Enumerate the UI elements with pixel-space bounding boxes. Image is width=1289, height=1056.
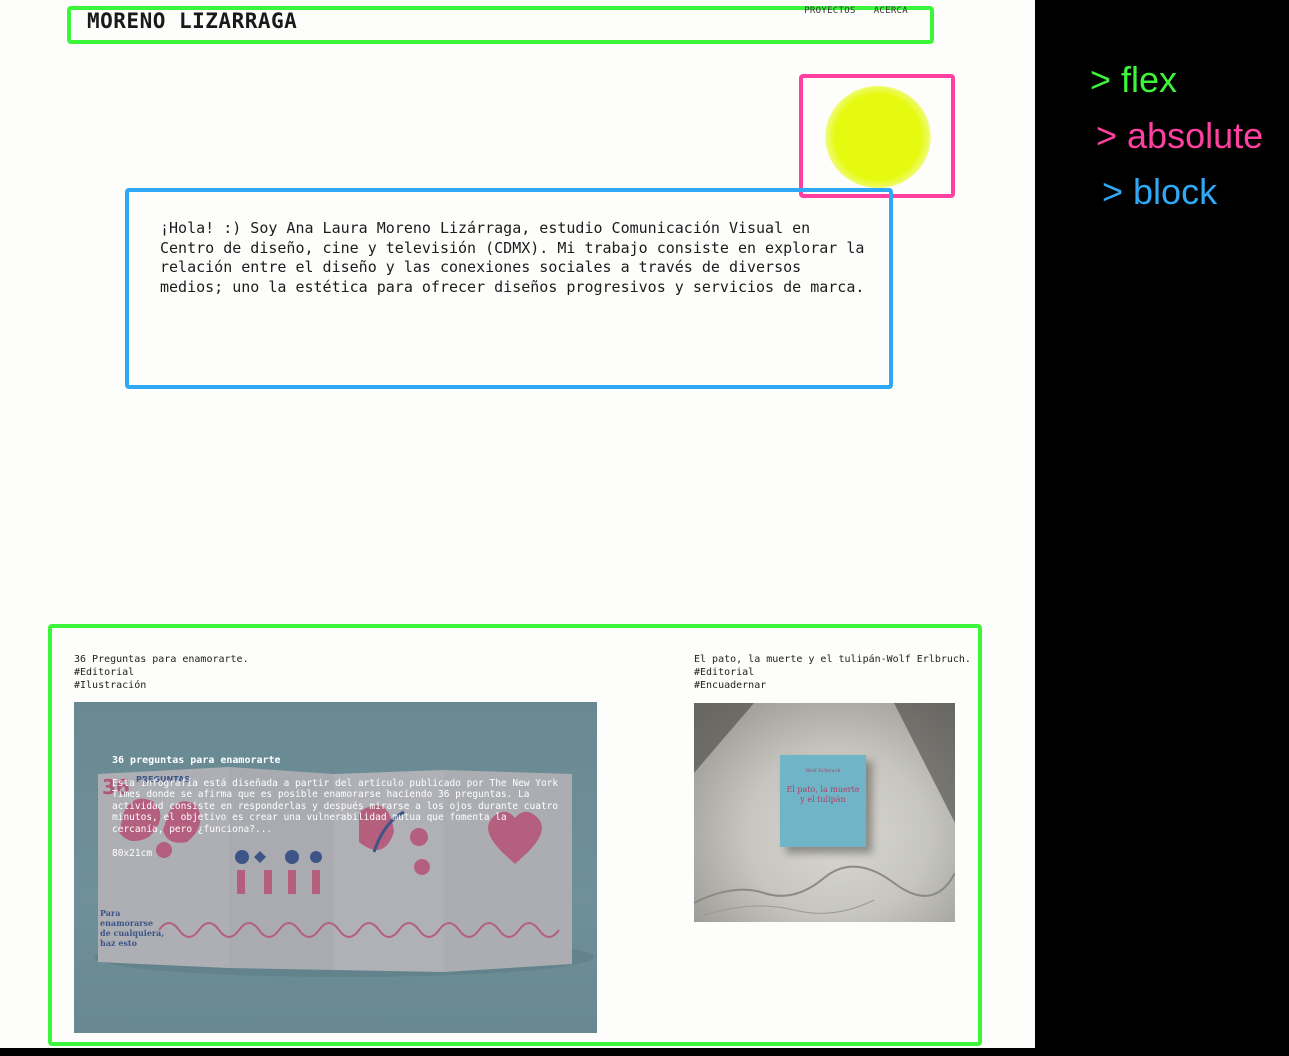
infographic-illustration: 36 PREGUNTAS Para enamorarse de cualquie…: [74, 702, 597, 1033]
project-title[interactable]: El pato, la muerte y el tulipán-Wolf Erl…: [694, 653, 971, 666]
project-hover-overlay: 36 preguntas para enamorarte Esta infogr…: [112, 755, 562, 860]
projects-grid: 36 Preguntas para enamorarte. #Editorial…: [48, 624, 982, 1046]
project-meta: El pato, la muerte y el tulipán-Wolf Erl…: [694, 653, 971, 692]
bio-text: ¡Hola! :) Soy Ana Laura Moreno Lizárraga…: [160, 219, 865, 296]
nav-link-proyectos[interactable]: PROYECTOS: [804, 6, 855, 16]
main-nav: PROYECTOS ACERCA: [804, 6, 908, 16]
yellow-sun-graphic: [825, 86, 931, 188]
legend-absolute: > absolute: [1096, 115, 1264, 156]
book-title: El pato, la muerte y el tulipán: [786, 785, 860, 804]
nav-link-acerca[interactable]: ACERCA: [874, 6, 908, 16]
site-brand[interactable]: MORENO LIZARRAGA: [87, 9, 297, 33]
legend-flex: > flex: [1090, 59, 1178, 100]
overlay-description: Esta infografía está diseñada a partir d…: [112, 777, 559, 835]
overlay-dimensions: 80x21cm: [112, 848, 153, 859]
overlay-title: 36 preguntas para enamorarte: [112, 755, 281, 766]
project-card[interactable]: El pato, la muerte y el tulipán-Wolf Erl…: [694, 653, 971, 922]
project-card[interactable]: 36 Preguntas para enamorarte. #Editorial…: [74, 653, 599, 1033]
site-header: MORENO LIZARRAGA PROYECTOS ACERCA: [67, 6, 934, 44]
project-tag[interactable]: #Encuadernar: [694, 679, 969, 692]
bio-section: ¡Hola! :) Soy Ana Laura Moreno Lizárraga…: [125, 188, 893, 389]
project-image[interactable]: Wolf Erlbruch El pato, la muerte y el tu…: [694, 703, 955, 922]
project-title[interactable]: 36 Preguntas para enamorarte.: [74, 653, 599, 666]
project-tag[interactable]: #Ilustración: [74, 679, 599, 692]
sun-container: [799, 74, 955, 198]
project-meta: 36 Preguntas para enamorarte. #Editorial…: [74, 653, 599, 692]
layout-legend: > flex > absolute > block: [1090, 52, 1263, 220]
project-tag[interactable]: #Editorial: [74, 666, 599, 679]
book-cover: Wolf Erlbruch El pato, la muerte y el tu…: [780, 755, 866, 847]
legend-block: > block: [1102, 171, 1218, 212]
project-tag[interactable]: #Editorial: [694, 666, 969, 679]
page-canvas: MORENO LIZARRAGA PROYECTOS ACERCA ¡Hola!…: [0, 0, 1035, 1048]
book-author: Wolf Erlbruch: [805, 768, 841, 774]
project-image[interactable]: 36 PREGUNTAS Para enamorarse de cualquie…: [74, 702, 597, 1033]
